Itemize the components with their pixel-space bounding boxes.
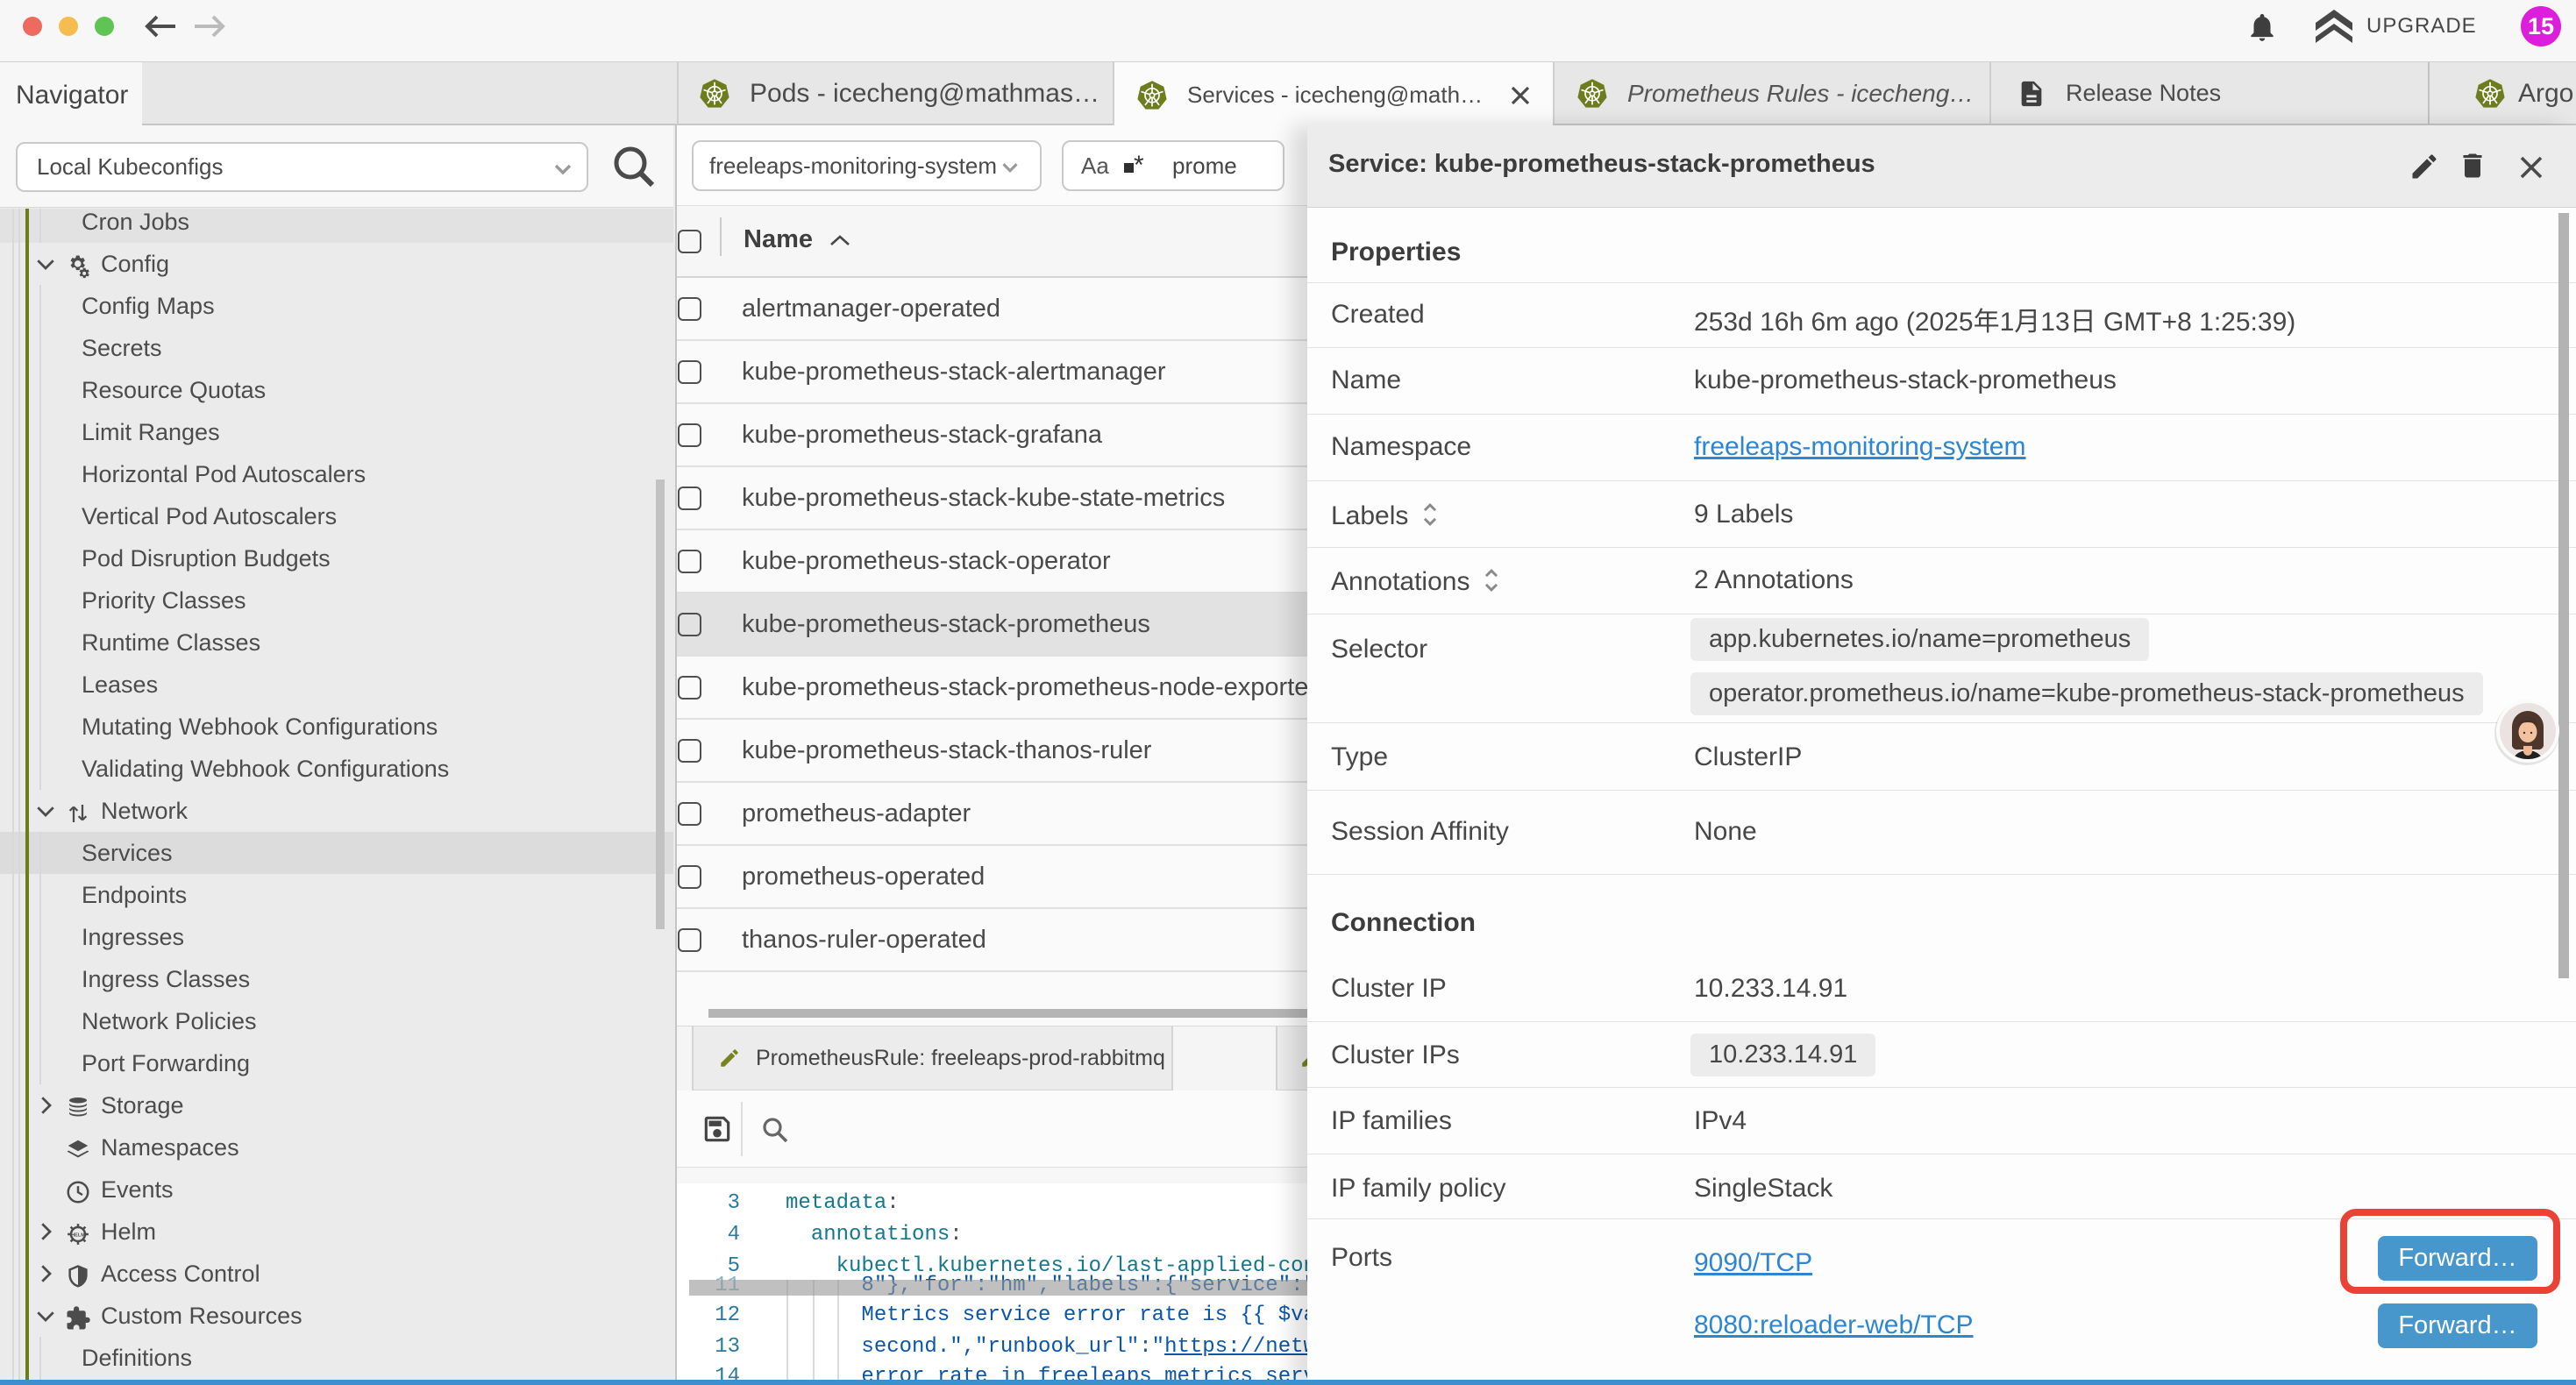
svg-text:HELM: HELM xyxy=(71,1232,85,1238)
